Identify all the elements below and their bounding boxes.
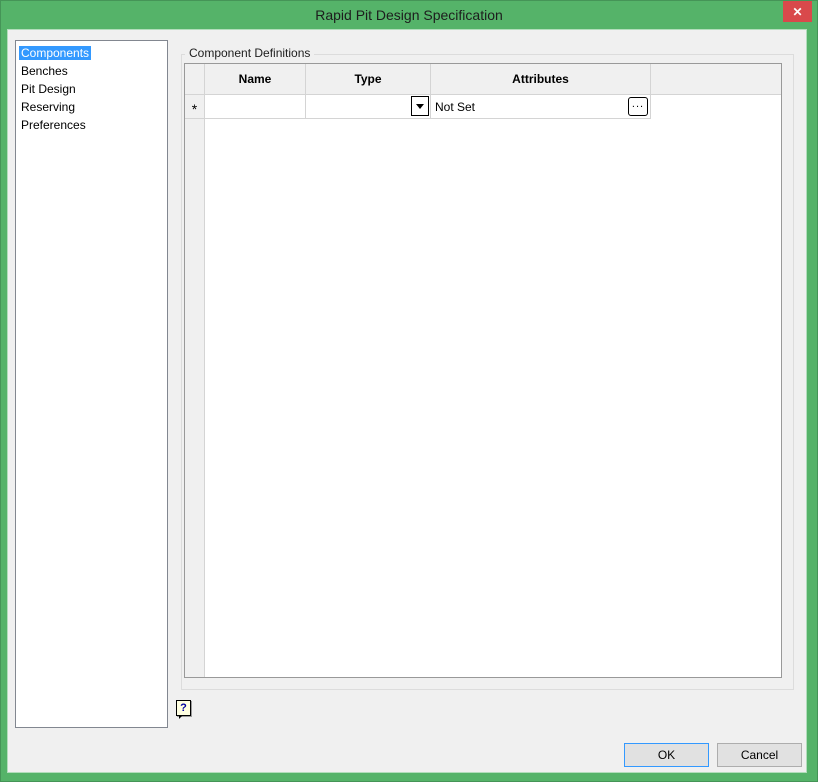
sidebar-item-reserving[interactable]: Reserving [17,98,166,116]
sidebar-item-label: Components [19,46,92,60]
chevron-down-icon [416,103,424,109]
column-header-attributes[interactable]: Attributes [431,64,651,95]
component-table: Name Type Attributes * Not Set ... [184,63,782,678]
sidebar-item-components[interactable]: Components [17,44,166,62]
table-row: * Not Set ... [185,95,781,119]
sidebar-item-label: Reserving [21,100,76,114]
row-filler-cell [651,95,781,119]
dialog-content: Components Benches Pit Design Reserving … [8,30,806,772]
name-cell[interactable] [205,95,306,119]
group-title: Component Definitions [185,46,315,61]
sidebar-item-label: Benches [21,64,68,78]
row-header-column [185,64,205,677]
sidebar-item-pit-design[interactable]: Pit Design [17,80,166,98]
sidebar-item-preferences[interactable]: Preferences [17,116,166,134]
attributes-cell-value: Not Set [435,99,476,114]
new-row-marker[interactable]: * [185,95,205,119]
title-bar: Rapid Pit Design Specification ✕ [0,0,818,30]
close-icon: ✕ [792,4,803,19]
dialog-window: Rapid Pit Design Specification ✕ Compone… [0,0,818,782]
cancel-button[interactable]: Cancel [717,743,802,767]
corner-header-cell [185,64,205,95]
table-header-row: Name Type Attributes [185,64,781,95]
close-button[interactable]: ✕ [783,1,812,22]
help-button[interactable]: ? [176,700,191,719]
window-title: Rapid Pit Design Specification [315,7,503,23]
type-cell[interactable] [306,95,431,119]
attributes-browse-button[interactable]: ... [628,97,648,116]
sidebar-item-benches[interactable]: Benches [17,62,166,80]
column-header-filler [651,64,781,95]
category-list: Components Benches Pit Design Reserving … [15,40,168,728]
column-header-name[interactable]: Name [205,64,306,95]
type-dropdown-button[interactable] [411,96,429,116]
ok-button[interactable]: OK [624,743,709,767]
question-mark-icon: ? [180,701,187,714]
sidebar-item-label: Pit Design [21,82,76,96]
attributes-cell[interactable]: Not Set ... [431,95,651,119]
column-header-type[interactable]: Type [306,64,431,95]
sidebar-item-label: Preferences [21,118,86,132]
